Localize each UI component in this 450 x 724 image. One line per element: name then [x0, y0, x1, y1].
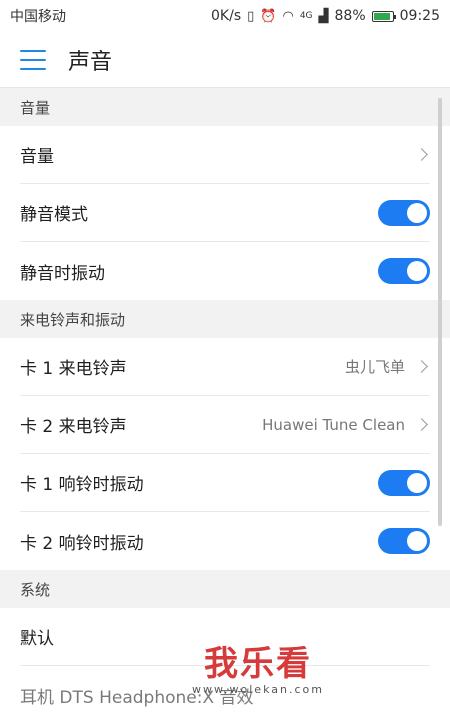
carrier-label: 中国移动 [10, 9, 66, 25]
card1-vibrate-row: 卡 1 响铃时振动 [20, 454, 430, 512]
card2-vibrate-row: 卡 2 响铃时振动 [20, 512, 430, 570]
section-header-system: 系统 [0, 570, 450, 608]
wifi-icon: ◠ [282, 8, 294, 24]
alarm-icon: ⏰ [260, 8, 277, 24]
chevron-right-icon [415, 148, 428, 161]
card1-ringtone-value: 虫儿飞单 [344, 358, 405, 376]
menu-icon[interactable] [20, 49, 46, 70]
watermark: 我乐看 www.wolekan.com [178, 636, 338, 696]
vibrate-when-silent-toggle[interactable] [378, 258, 430, 284]
chevron-right-icon [415, 360, 428, 373]
card1-ringtone-row[interactable]: 卡 1 来电铃声 虫儿飞单 [20, 338, 430, 396]
volume-group: 音量 静音模式 静音时振动 [0, 126, 450, 300]
card2-ringtone-value: Huawei Tune Clean [262, 415, 405, 434]
silent-mode-row: 静音模式 [20, 184, 430, 242]
card2-vibrate-label: 卡 2 响铃时振动 [20, 533, 144, 554]
silent-mode-label: 静音模式 [20, 205, 88, 225]
card2-ringtone-label: 卡 2 来电铃声 [20, 417, 127, 437]
ringtone-group: 卡 1 来电铃声 虫儿飞单 卡 2 来电铃声 Huawei Tune Clean… [0, 338, 450, 570]
network-speed: 0K/s [211, 8, 242, 24]
card1-vibrate-label: 卡 1 响铃时振动 [20, 475, 144, 495]
volume-label: 音量 [20, 147, 54, 167]
watermark-logo: 我乐看 [204, 644, 312, 684]
watermark-url: www.wolekan.com [192, 683, 324, 696]
clock: 09:25 [399, 8, 440, 24]
section-header-volume: 音量 [0, 88, 450, 126]
section-header-ringtone: 来电铃声和振动 [0, 300, 450, 338]
card2-ringtone-row[interactable]: 卡 2 来电铃声 Huawei Tune Clean [20, 396, 430, 454]
card1-vibrate-toggle[interactable] [378, 469, 430, 496]
volume-row[interactable]: 音量 [20, 126, 430, 184]
network-type: 4G [299, 11, 313, 21]
status-bar: 中国移动 0K/s ▯ ⏰ ◠ 4G ▟ 88% 09:25 [0, 0, 450, 32]
battery-icon [371, 10, 396, 22]
page-title: 声音 [68, 49, 113, 75]
card1-ringtone-label: 卡 1 来电铃声 [20, 359, 127, 379]
scrollbar[interactable] [438, 98, 442, 526]
silent-mode-toggle[interactable] [378, 199, 430, 226]
signal-icon: ▟ [318, 8, 329, 24]
card2-vibrate-toggle[interactable] [378, 528, 430, 554]
vibrate-when-silent-row: 静音时振动 [20, 242, 430, 300]
vibrate-when-silent-label: 静音时振动 [20, 263, 105, 284]
vibrate-icon: ▯ [247, 8, 255, 24]
status-icons: 0K/s ▯ ⏰ ◠ 4G ▟ 88% 09:25 [211, 8, 440, 24]
battery-percent: 88% [334, 8, 366, 24]
app-bar: 声音 [0, 32, 450, 88]
chevron-right-icon [415, 418, 428, 431]
default-label: 默认 [20, 629, 54, 649]
